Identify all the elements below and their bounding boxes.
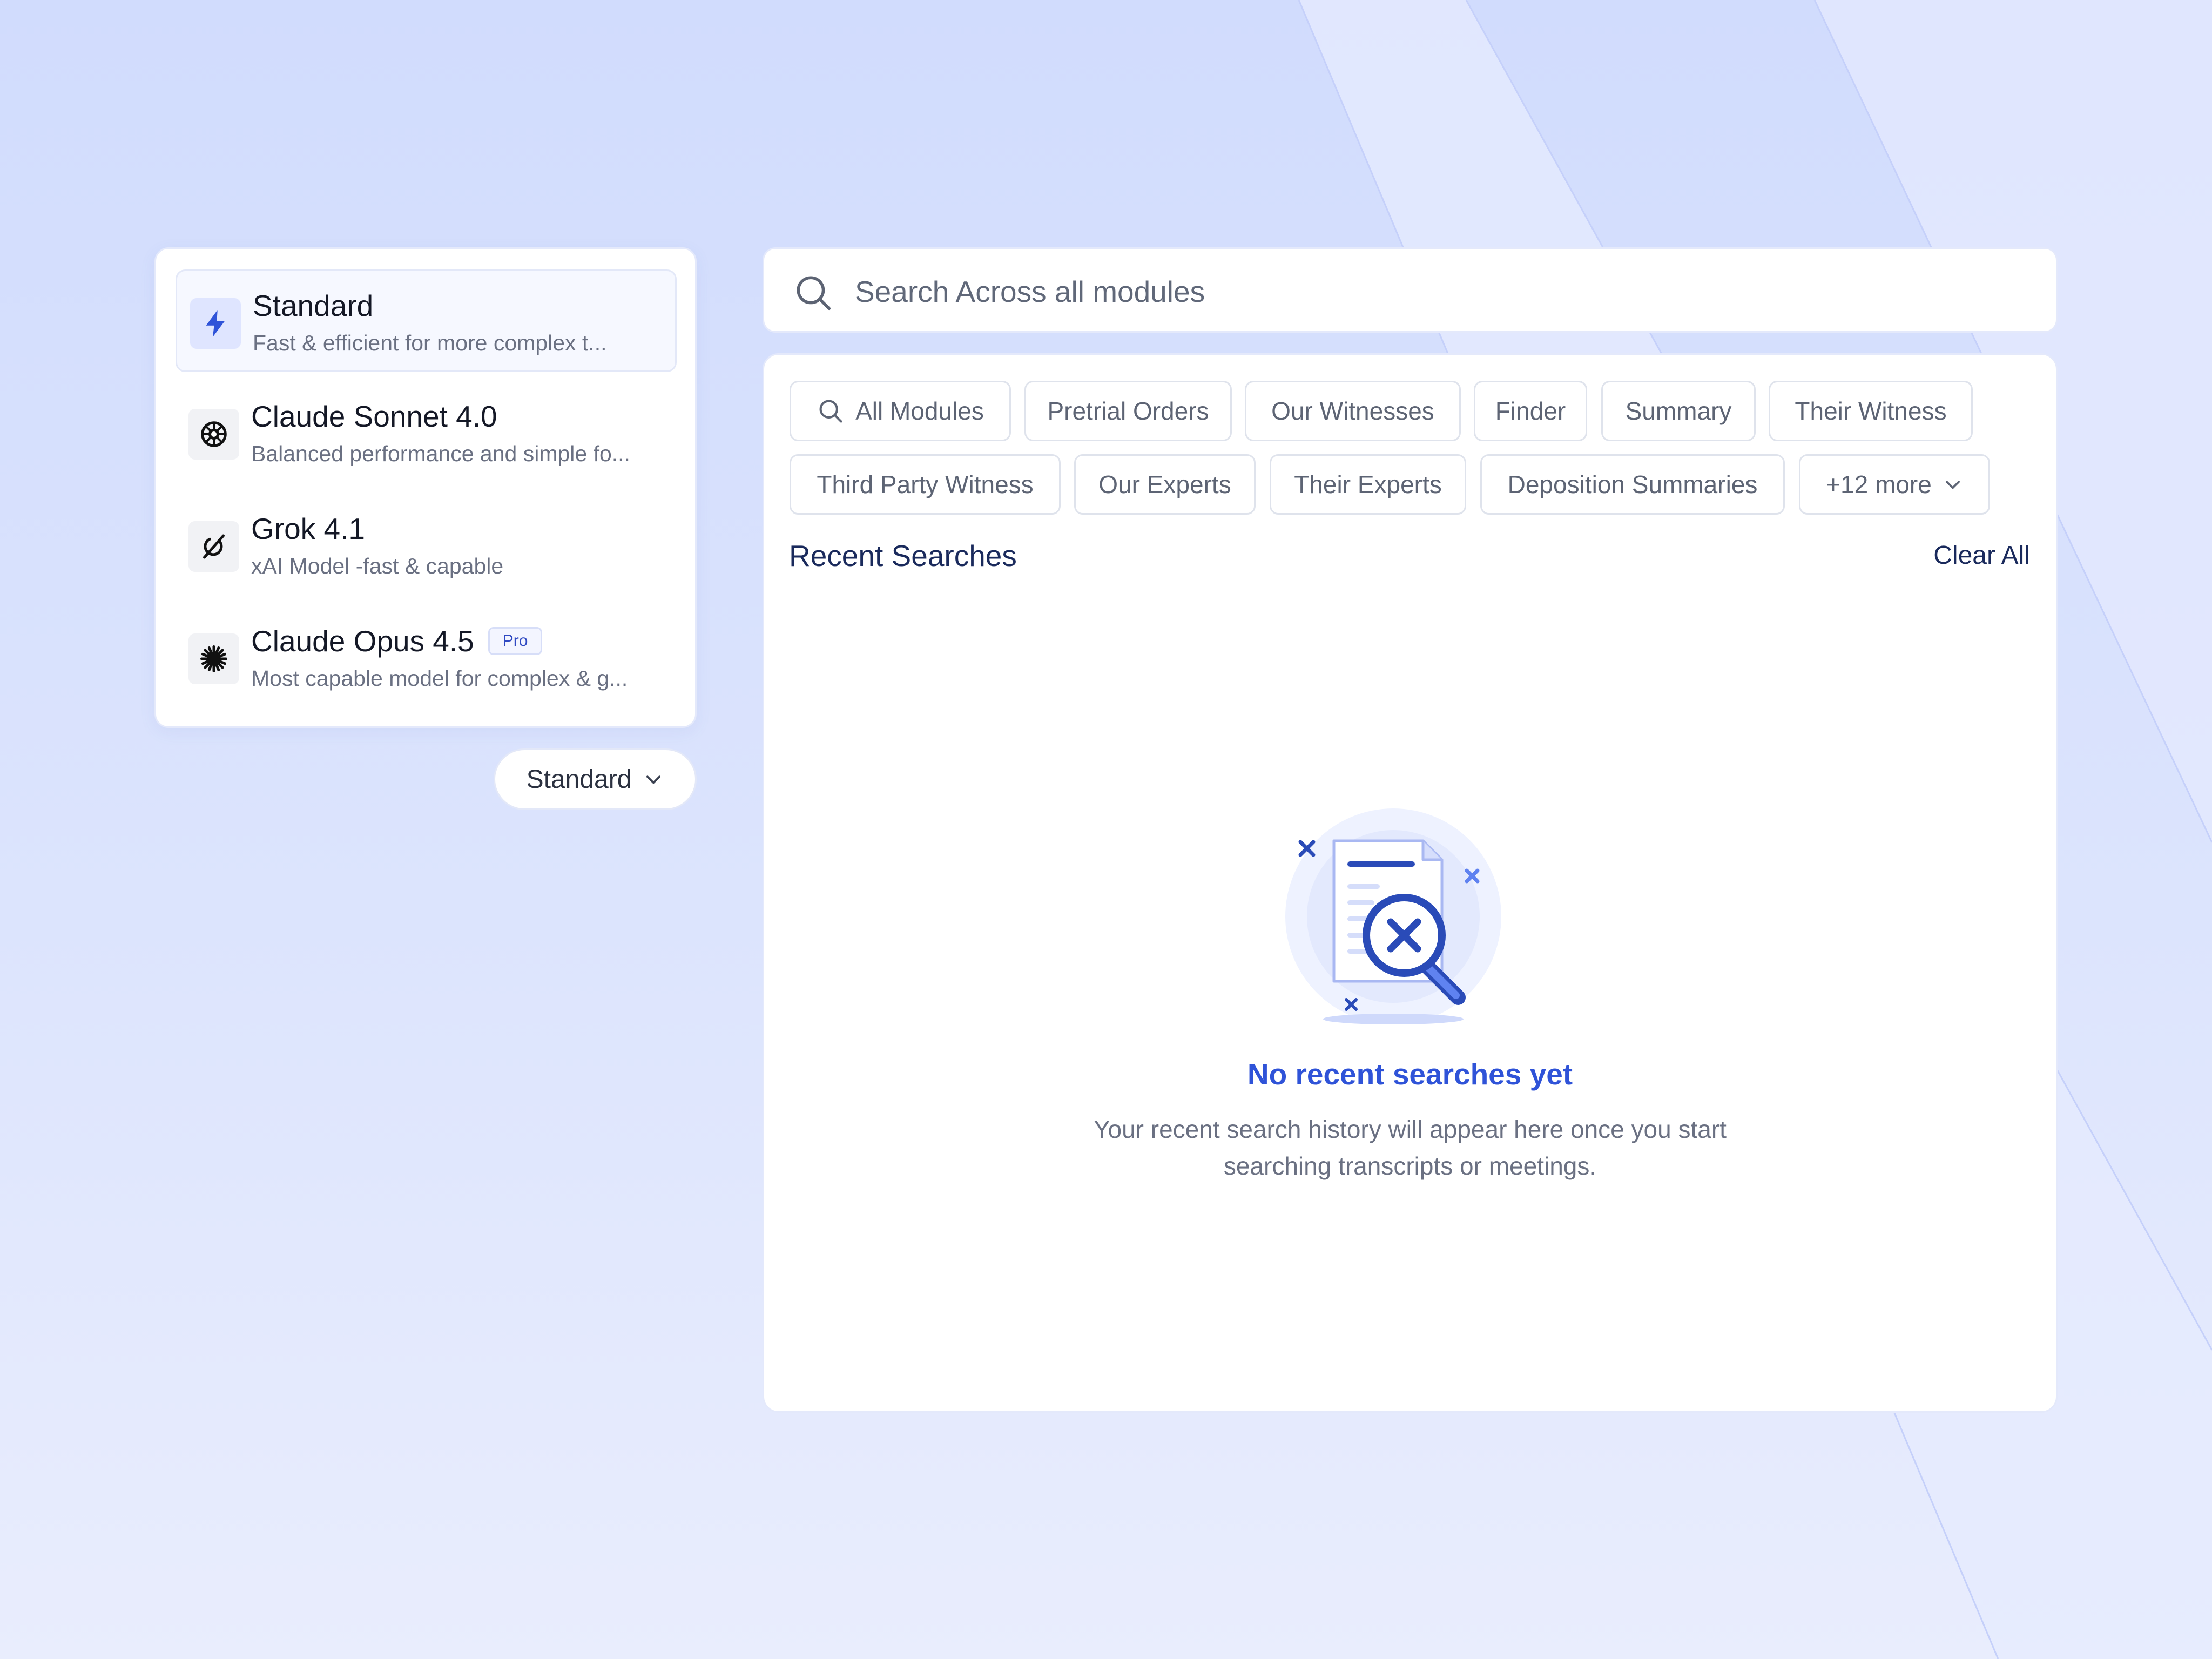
filter-chip-label: Pretrial Orders [1047,397,1209,425]
model-description: Fast & efficient for more complex t... [253,331,607,355]
filter-chip-label: Deposition Summaries [1507,470,1758,498]
chevron-down-icon [646,775,661,784]
model-option-grok[interactable]: Grok 4.1 xAI Model -fast & capable [176,494,677,597]
filter-chip-label: All Modules [855,397,984,425]
recent-searches-heading: Recent Searches [789,539,1017,572]
empty-state-title: No recent searches yet [1247,1057,1573,1091]
lightning-bolt-icon [190,298,241,349]
filter-chip-deposition-summaries[interactable]: Deposition Summaries [1480,454,1785,515]
filter-chip-their-witness[interactable]: Their Witness [1769,381,1973,441]
model-description: Balanced performance and simple fo... [251,441,630,466]
model-description: xAI Model -fast & capable [251,554,504,578]
filter-chip-label: Summary [1625,397,1732,425]
global-search-bar [763,247,2058,333]
model-option-standard[interactable]: Standard Fast & efficient for more compl… [176,269,677,372]
filter-chip-all-modules[interactable]: All Modules [790,381,1011,441]
model-option-claude-opus[interactable]: Claude Opus 4.5 Pro Most capable model f… [176,606,677,709]
filter-chip-third-party-witness[interactable]: Third Party Witness [790,454,1061,515]
model-dropdown-label: Standard [526,765,632,794]
empty-state-description: Your recent search history will appear h… [1094,1115,1727,1180]
search-icon [819,400,842,423]
model-description: Most capable model for complex & g... [251,666,628,691]
filter-chip-pretrial-orders[interactable]: Pretrial Orders [1024,381,1232,441]
filter-chip-label: Third Party Witness [817,470,1034,498]
pro-badge: Pro [488,627,543,655]
filter-chip-our-witnesses[interactable]: Our Witnesses [1245,381,1461,441]
filter-chip-summary[interactable]: Summary [1601,381,1756,441]
model-name: Standard [253,289,374,322]
model-option-claude-sonnet[interactable]: Claude Sonnet 4.0 Balanced performance a… [176,382,677,484]
sonnet-logo-icon [188,409,239,460]
filter-chip-label: Their Witness [1795,397,1947,425]
more-filters-label: +12 more [1826,470,1932,498]
model-name: Claude Sonnet 4.0 [251,400,497,433]
chevron-down-icon [1945,481,1960,489]
grok-logo-icon [188,521,239,572]
filter-chip-label: Our Experts [1098,470,1231,498]
filter-chip-label: Their Experts [1294,470,1442,498]
filter-chip-our-experts[interactable]: Our Experts [1074,454,1256,515]
claude-sparkle-icon [188,633,239,684]
search-input[interactable] [854,265,2017,318]
filter-chip-their-experts[interactable]: Their Experts [1270,454,1466,515]
search-icon [797,276,831,311]
empty-search-illustration [1285,808,1501,1024]
model-selector-card: Standard Fast & efficient for more compl… [154,247,697,728]
model-dropdown-button[interactable]: Standard [494,748,697,810]
filter-chip-finder[interactable]: Finder [1474,381,1587,441]
filter-chip-label: Finder [1495,397,1566,425]
model-name: Claude Opus 4.5 [251,624,474,658]
model-name: Grok 4.1 [251,512,365,545]
clear-all-button[interactable]: Clear All [1933,541,2030,570]
filter-chip-label: Our Witnesses [1271,397,1434,425]
search-results-panel: All Modules Pretrial Orders Our Witnesse… [763,353,2058,1413]
more-filters-dropdown[interactable]: +12 more [1799,454,1990,515]
model-name-row: Claude Opus 4.5 Pro [251,624,543,658]
